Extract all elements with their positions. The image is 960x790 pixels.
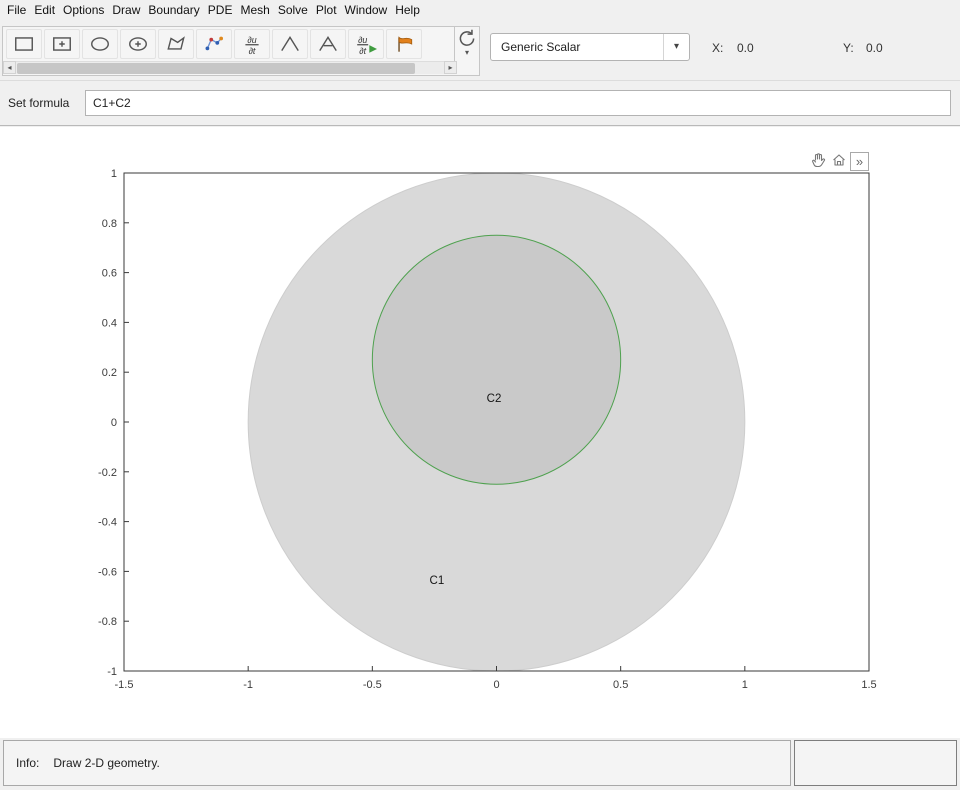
svg-text:C1: C1 xyxy=(430,575,445,587)
initialize-mesh-icon xyxy=(277,33,303,55)
axes-toolbar: » xyxy=(808,152,869,171)
menu-draw[interactable]: Draw xyxy=(108,3,144,17)
menu-options[interactable]: Options xyxy=(59,3,108,17)
application-dropdown[interactable]: Generic Scalar ▾ xyxy=(490,33,690,61)
info-text: Draw 2-D geometry. xyxy=(53,756,159,770)
plot-solution-icon xyxy=(391,33,417,55)
expand-toolbar-button[interactable]: » xyxy=(850,152,869,171)
tools-scrollbar: ◂ ▸ xyxy=(3,61,457,74)
solve-pde-tool[interactable]: ∂u∂t xyxy=(348,29,384,59)
draw-rectangle-centered-icon xyxy=(49,33,75,55)
aux-status-box xyxy=(794,740,957,786)
y-coordinate-value: 0.0 xyxy=(866,41,883,55)
svg-text:-1: -1 xyxy=(107,666,117,678)
draw-ellipse-centered-tool[interactable] xyxy=(120,29,156,59)
pde-modeler-window: FileEditOptionsDrawBoundaryPDEMeshSolveP… xyxy=(0,0,960,790)
draw-rectangle-icon xyxy=(11,33,37,55)
set-formula-label: Set formula xyxy=(8,96,69,110)
svg-text:-1: -1 xyxy=(243,679,253,691)
tools-icons: ∂u∂t∂u∂t xyxy=(3,27,454,61)
scrollbar-thumb[interactable] xyxy=(17,63,415,74)
draw-rectangle-tool[interactable] xyxy=(6,29,42,59)
solve-pde-icon: ∂u∂t xyxy=(353,33,379,55)
info-box: Info: Draw 2-D geometry. xyxy=(3,740,791,786)
zoom-icon xyxy=(454,27,479,49)
svg-text:1: 1 xyxy=(742,679,748,691)
scroll-left-button[interactable]: ◂ xyxy=(3,61,16,74)
scroll-right-button[interactable]: ▸ xyxy=(444,61,457,74)
expand-chevrons-icon: » xyxy=(856,153,863,170)
svg-text:1.5: 1.5 xyxy=(861,679,876,691)
menu-edit[interactable]: Edit xyxy=(30,3,59,17)
svg-text:-1.5: -1.5 xyxy=(115,679,134,691)
plot-solution-tool[interactable] xyxy=(386,29,422,59)
menu-boundary[interactable]: Boundary xyxy=(144,3,203,17)
svg-text:∂t: ∂t xyxy=(359,46,366,55)
menu-plot[interactable]: Plot xyxy=(312,3,341,17)
svg-text:-0.4: -0.4 xyxy=(98,517,117,529)
pan-hand-icon xyxy=(810,152,826,171)
home-button[interactable] xyxy=(829,152,848,171)
svg-text:∂t: ∂t xyxy=(249,46,256,55)
menu-pde[interactable]: PDE xyxy=(204,3,237,17)
draw-ellipse-icon xyxy=(87,33,113,55)
draw-polygon-icon xyxy=(163,33,189,55)
pan-button[interactable] xyxy=(808,152,827,171)
pde-specification-icon: ∂u∂t xyxy=(239,33,265,55)
boundary-mode-icon xyxy=(201,33,227,55)
scroll-right-icon: ▸ xyxy=(448,63,452,72)
svg-text:0: 0 xyxy=(493,679,499,691)
figure-area: C1C2-1.5-1-0.500.511.5-1-0.8-0.6-0.4-0.2… xyxy=(0,127,960,738)
svg-text:0.2: 0.2 xyxy=(102,367,117,379)
tools-panel: ∂u∂t∂u∂t ▾ ◂ ▸ xyxy=(2,26,480,76)
y-coordinate-label: Y: xyxy=(843,41,854,55)
draw-ellipse-centered-icon xyxy=(125,33,151,55)
svg-text:∂u: ∂u xyxy=(358,35,367,45)
tool-overflow-caret-icon[interactable]: ▾ xyxy=(465,49,469,57)
initialize-mesh-tool[interactable] xyxy=(272,29,308,59)
boundary-mode-tool[interactable] xyxy=(196,29,232,59)
svg-text:0.8: 0.8 xyxy=(102,218,117,230)
draw-polygon-tool[interactable] xyxy=(158,29,194,59)
menu-help[interactable]: Help xyxy=(391,3,424,17)
menu-file[interactable]: File xyxy=(3,3,30,17)
scrollbar-track[interactable] xyxy=(16,61,444,74)
chevron-down-icon: ▾ xyxy=(663,34,689,60)
refine-mesh-icon xyxy=(315,33,341,55)
geometry-plot-canvas[interactable]: C1C2-1.5-1-0.500.511.5-1-0.8-0.6-0.4-0.2… xyxy=(0,127,960,738)
svg-text:1: 1 xyxy=(111,168,117,180)
menubar: FileEditOptionsDrawBoundaryPDEMeshSolveP… xyxy=(0,0,960,20)
svg-text:0.5: 0.5 xyxy=(613,679,628,691)
svg-text:C2: C2 xyxy=(487,393,502,405)
draw-rectangle-centered-tool[interactable] xyxy=(44,29,80,59)
svg-text:-0.5: -0.5 xyxy=(363,679,382,691)
x-coordinate-label: X: xyxy=(712,41,723,55)
toolbar: ∂u∂t∂u∂t ▾ ◂ ▸ Generic Scalar ▾ X: 0.0 Y… xyxy=(0,20,960,80)
tools-overflow-strip: ▾ xyxy=(454,27,479,61)
svg-text:∂u: ∂u xyxy=(247,35,256,45)
menu-mesh[interactable]: Mesh xyxy=(236,3,273,17)
svg-text:0.4: 0.4 xyxy=(102,317,117,329)
scroll-left-icon: ◂ xyxy=(7,63,11,72)
menu-window[interactable]: Window xyxy=(341,3,392,17)
set-formula-input[interactable] xyxy=(85,90,951,116)
x-coordinate-value: 0.0 xyxy=(737,41,754,55)
svg-text:0: 0 xyxy=(111,417,117,429)
info-label: Info: xyxy=(16,756,39,770)
svg-text:0.6: 0.6 xyxy=(102,268,117,280)
draw-ellipse-tool[interactable] xyxy=(82,29,118,59)
statusbar: Info: Draw 2-D geometry. xyxy=(0,738,960,790)
menu-solve[interactable]: Solve xyxy=(274,3,312,17)
application-dropdown-value: Generic Scalar xyxy=(491,40,663,54)
refine-mesh-tool[interactable] xyxy=(310,29,346,59)
pde-specification-tool[interactable]: ∂u∂t xyxy=(234,29,270,59)
svg-text:-0.6: -0.6 xyxy=(98,566,117,578)
home-icon xyxy=(831,152,847,171)
svg-text:-0.8: -0.8 xyxy=(98,616,117,628)
svg-text:-0.2: -0.2 xyxy=(98,467,117,479)
zoom-tool[interactable] xyxy=(455,27,479,49)
formula-row: Set formula xyxy=(0,80,960,126)
